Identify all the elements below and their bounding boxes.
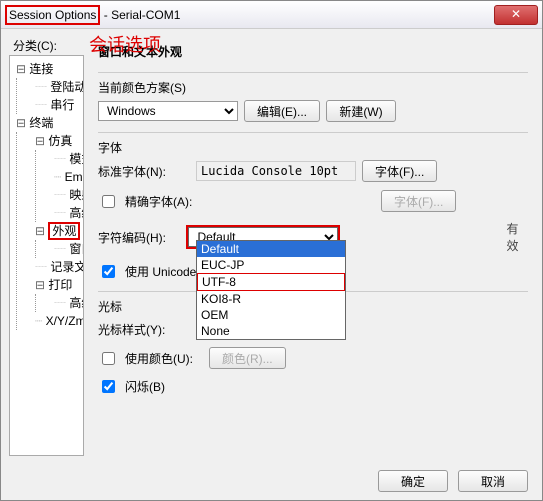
unicode-lines-checkbox[interactable] bbox=[102, 265, 115, 278]
use-color-checkbox[interactable] bbox=[102, 352, 115, 365]
tree-print[interactable]: 打印 bbox=[48, 278, 72, 292]
exact-font-button: 字体(F)... bbox=[381, 190, 456, 212]
tree-emulate[interactable]: 仿真 bbox=[48, 134, 72, 148]
tree-mode[interactable]: 模式 bbox=[69, 152, 84, 166]
close-icon[interactable]: ✕ bbox=[494, 5, 538, 25]
tree-logfile[interactable]: 记录文件 bbox=[50, 260, 84, 274]
encoding-label: 字符编码(H): bbox=[98, 229, 180, 246]
font-button[interactable]: 字体(F)... bbox=[362, 160, 437, 182]
cancel-button[interactable]: 取消 bbox=[458, 470, 528, 492]
title: Session Options - Serial-COM1 bbox=[5, 8, 494, 22]
std-font-label: 标准字体(N): bbox=[98, 163, 190, 180]
cursor-style-label: 光标样式(Y): bbox=[98, 321, 190, 338]
tree-print-advanced[interactable]: 高级 bbox=[69, 296, 84, 310]
ok-button[interactable]: 确定 bbox=[378, 470, 448, 492]
tree-advanced[interactable]: 高级 bbox=[69, 206, 84, 220]
tree-xyz[interactable]: X/Y/Zmodem bbox=[46, 314, 84, 328]
tree-login[interactable]: 登陆动作 bbox=[50, 80, 84, 94]
effective-text: 有效 bbox=[506, 220, 528, 254]
encoding-option[interactable]: KOI8-R bbox=[197, 291, 345, 307]
color-scheme-label: 当前颜色方案(S) bbox=[98, 79, 528, 96]
exact-font-label: 精确字体(A): bbox=[125, 193, 209, 210]
category-tree[interactable]: 连接 登陆动作 串行 终端 仿真 模式 Emacs 映射键 高级 bbox=[9, 55, 84, 456]
new-button[interactable]: 新建(W) bbox=[326, 100, 396, 122]
color-scheme-select[interactable]: Windows bbox=[98, 101, 238, 121]
titlebar: Session Options - Serial-COM1 ✕ bbox=[1, 1, 542, 29]
use-color-label: 使用颜色(U): bbox=[125, 350, 203, 367]
session-options-dialog: { "title": { "session_options": "Session… bbox=[0, 0, 543, 501]
tree-window[interactable]: 窗口 bbox=[69, 242, 84, 256]
tree-serial[interactable]: 串行 bbox=[50, 98, 74, 112]
blink-label: 闪烁(B) bbox=[125, 378, 165, 395]
font-heading: 字体 bbox=[98, 139, 528, 156]
blink-checkbox[interactable] bbox=[102, 380, 115, 393]
category-label: 分类(C): bbox=[13, 37, 57, 54]
tree-connect[interactable]: 连接 bbox=[29, 62, 53, 76]
tree-terminal[interactable]: 终端 bbox=[29, 116, 53, 130]
tree-mapkey[interactable]: 映射键 bbox=[69, 188, 84, 202]
tree-emacs[interactable]: Emacs bbox=[65, 170, 84, 184]
encoding-dropdown[interactable]: Default EUC-JP UTF-8 KOI8-R OEM None bbox=[196, 240, 346, 340]
std-font-display: Lucida Console 10pt bbox=[196, 161, 356, 181]
encoding-option[interactable]: OEM bbox=[197, 307, 345, 323]
title-highlight: Session Options bbox=[5, 5, 100, 25]
tree-appearance[interactable]: 外观 bbox=[48, 222, 80, 240]
settings-panel: 窗口和文本外观 当前颜色方案(S) Windows 编辑(E)... 新建(W)… bbox=[84, 29, 542, 500]
encoding-option-utf8[interactable]: UTF-8 bbox=[197, 273, 345, 291]
encoding-option[interactable]: EUC-JP bbox=[197, 257, 345, 273]
color-button: 颜色(R)... bbox=[209, 347, 286, 369]
encoding-option[interactable]: Default bbox=[197, 241, 345, 257]
exact-font-checkbox[interactable] bbox=[102, 195, 115, 208]
encoding-option[interactable]: None bbox=[197, 323, 345, 339]
annotation-label: 会话选项 bbox=[89, 31, 161, 57]
panel-title: 窗口和文本外观 bbox=[98, 43, 528, 60]
edit-button[interactable]: 编辑(E)... bbox=[244, 100, 320, 122]
